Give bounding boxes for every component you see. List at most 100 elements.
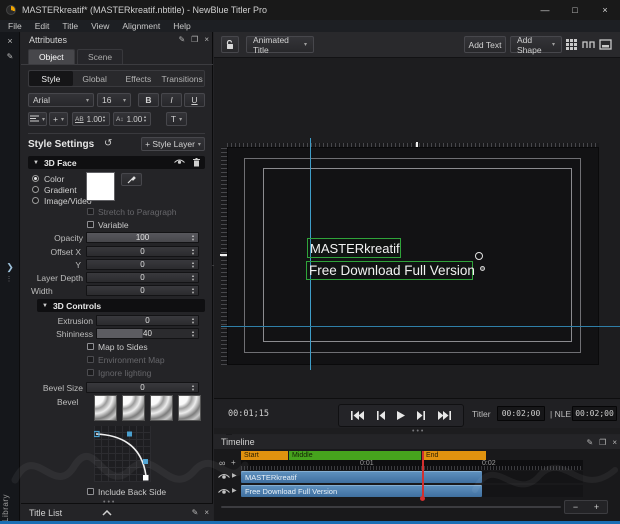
map-to-sides-checkbox[interactable] (87, 343, 94, 350)
menu-view[interactable]: View (91, 21, 109, 31)
close-button[interactable]: × (590, 0, 620, 20)
timeline-close-icon[interactable]: × (612, 438, 617, 447)
grid-view-button[interactable] (565, 38, 578, 51)
bevel-preset-4[interactable] (178, 395, 201, 421)
panel-expand-chevron-icon[interactable]: ❯ (0, 262, 20, 273)
rail-close-icon[interactable]: × (0, 36, 20, 46)
subtab-transitions[interactable]: Transitions (160, 71, 204, 86)
timeline-hscrollbar[interactable] (221, 506, 561, 508)
eyedropper-button[interactable] (121, 173, 142, 186)
tab-object[interactable]: Object (28, 49, 75, 64)
segment-end[interactable]: End (423, 451, 486, 460)
chevron-up-icon[interactable] (102, 509, 112, 516)
segment-middle[interactable]: Middle (289, 451, 421, 460)
rail-pen-icon[interactable]: ✎ (0, 52, 20, 61)
radio-image-video[interactable] (32, 197, 39, 204)
go-to-end-button[interactable] (437, 411, 451, 420)
extrusion-field[interactable]: 0 ▴ ▾ (96, 315, 199, 326)
shininess-slider[interactable]: 40 ▴ ▾ (96, 328, 199, 339)
timeline-ruler[interactable] (241, 460, 583, 470)
layer-depth-field[interactable]: 0 ▴ ▾ (86, 272, 199, 283)
underline-button[interactable]: U (184, 93, 205, 107)
anchor-handle[interactable] (480, 266, 485, 271)
template-select[interactable]: Animated Title ▾ (246, 35, 314, 55)
text-options-button[interactable]: T ▾ (166, 112, 187, 126)
title-list-pen-icon[interactable]: ✎ (192, 508, 199, 517)
add-text-button[interactable]: Add Text (464, 36, 506, 53)
attributes-pen-icon[interactable]: ✎ (178, 35, 185, 44)
title-list-close-icon[interactable]: × (204, 508, 209, 517)
face-color-swatch[interactable] (86, 172, 115, 201)
playhead[interactable] (422, 451, 424, 498)
go-to-start-button[interactable] (351, 411, 365, 420)
reset-style-icon[interactable]: ↺ (104, 138, 112, 149)
controls3d-section-header[interactable]: ▼ 3D Controls (37, 299, 205, 312)
segment-start[interactable]: Start (241, 451, 288, 460)
canvas-text-2[interactable]: Free Download Full Version (306, 261, 475, 280)
rail-grip-dots[interactable]: ⋮ (0, 275, 20, 283)
menu-edit[interactable]: Edit (35, 21, 50, 31)
subtab-global[interactable]: Global (73, 71, 117, 86)
bevel-preset-2[interactable] (122, 395, 145, 421)
ignore-lighting-checkbox[interactable] (87, 369, 94, 376)
menu-file[interactable]: File (8, 21, 22, 31)
subtab-effects[interactable]: Effects (117, 71, 161, 86)
stretch-paragraph-checkbox[interactable] (87, 208, 94, 215)
timeline-splitter-handle[interactable]: ••• (412, 428, 425, 435)
horizontal-guide[interactable] (221, 326, 620, 327)
add-style-layer-button[interactable]: + Style Layer ▾ (141, 137, 205, 151)
offset-y-field[interactable]: 0 ▴ ▾ (86, 259, 199, 270)
maximize-button[interactable]: □ (560, 0, 590, 20)
link-keyframes-icon[interactable]: ∞ (219, 458, 225, 468)
font-family-select[interactable]: Arial ▾ (28, 93, 94, 107)
track2-expand-icon[interactable]: ▶ (232, 487, 237, 494)
zoom-out-button[interactable]: − (565, 501, 586, 513)
environment-map-checkbox[interactable] (87, 356, 94, 363)
bevel-preset-3[interactable] (150, 395, 173, 421)
rotate-handle[interactable] (475, 252, 483, 260)
timeline-popout-icon[interactable]: ❐ (599, 438, 606, 447)
italic-button[interactable]: I (161, 93, 182, 107)
timeline-pen-icon[interactable]: ✎ (586, 438, 593, 447)
clip-text-2[interactable]: Free Download Full Version (241, 485, 482, 497)
trash-icon[interactable] (193, 158, 200, 167)
bevel-curve-editor[interactable] (94, 426, 151, 482)
menu-alignment[interactable]: Alignment (122, 21, 160, 31)
nle-duration-field[interactable]: 00:02;00 (572, 406, 617, 421)
previous-frame-button[interactable] (376, 411, 385, 420)
visibility-eye-icon[interactable] (174, 159, 185, 166)
variable-checkbox[interactable] (87, 221, 94, 228)
playhead-handle[interactable] (420, 496, 425, 501)
width-field[interactable]: 0 ▴ ▾ (86, 285, 199, 296)
clip-text-1[interactable]: MASTERkreatif (241, 471, 482, 483)
offset-x-field[interactable]: 0 ▴ ▾ (86, 246, 199, 257)
attributes-close-icon[interactable]: × (204, 35, 209, 44)
next-frame-button[interactable] (417, 411, 426, 420)
tracking-spinner[interactable]: AB 1.00 ▴ ▾ (72, 112, 110, 126)
play-button[interactable] (396, 411, 405, 420)
preview-stage[interactable]: MASTERkreatif Free Download Full Version (214, 58, 620, 398)
bevel-preset-1[interactable] (94, 395, 117, 421)
track1-expand-icon[interactable]: ▶ (232, 472, 237, 479)
leading-spinner[interactable]: A↕ 1.00 ▴ ▾ (113, 112, 151, 126)
bevel-size-field[interactable]: 0 ▴ ▾ (86, 382, 199, 393)
add-shape-button[interactable]: Add Shape ▾ (510, 35, 562, 55)
bold-button[interactable]: B (138, 93, 159, 107)
library-tab[interactable]: Library (1, 494, 15, 522)
titler-duration-field[interactable]: 00:02;00 (497, 406, 545, 421)
canvas-text-1[interactable]: MASTERkreatif (307, 238, 401, 258)
track1-visibility-eye-icon[interactable] (218, 473, 230, 481)
radio-gradient[interactable] (32, 186, 39, 193)
font-size-select[interactable]: 16 ▾ (97, 93, 131, 107)
zoom-in-button[interactable]: + (586, 501, 607, 513)
add-track-icon[interactable]: + (231, 458, 236, 467)
include-back-side-checkbox[interactable] (87, 488, 94, 495)
face-section-header[interactable]: ▼ 3D Face (28, 156, 205, 169)
menu-title[interactable]: Title (62, 21, 78, 31)
minimize-button[interactable]: — (530, 0, 560, 20)
radio-color[interactable] (32, 175, 39, 182)
tab-scene[interactable]: Scene (77, 49, 124, 64)
background-toggle-button[interactable] (599, 38, 612, 51)
attributes-popout-icon[interactable]: ❐ (191, 35, 198, 44)
safe-margins-button[interactable] (582, 38, 595, 51)
